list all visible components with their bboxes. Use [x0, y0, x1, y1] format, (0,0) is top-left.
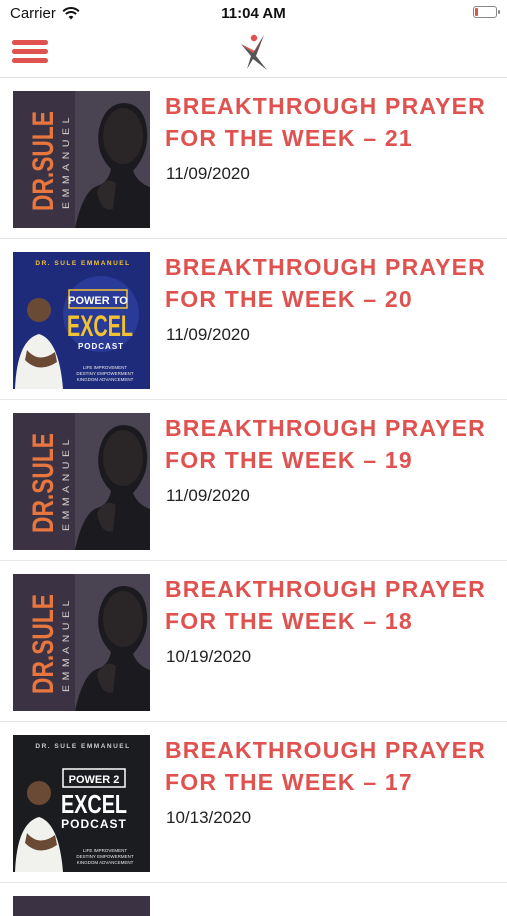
- episode-date: 10/19/2020: [166, 647, 252, 666]
- cover-tagline-1: LIFE IMPROVEMENT: [83, 848, 128, 853]
- cover-subtitle: EMMANUEL: [61, 435, 71, 531]
- power-to-excel-cover-art: DR. SULE EMMANUEL POWER 2 EXCEL PODCAST …: [13, 735, 150, 872]
- episode-date: 11/09/2020: [166, 164, 250, 183]
- episode-thumbnail[interactable]: DR.SULE EMMANUEL: [13, 413, 150, 550]
- episode-row[interactable]: DR. SULE EMMANUEL POWER TO EXCEL PODCAST…: [0, 239, 507, 400]
- cover-tagline-3: KINGDOM ADVANCEMENT: [77, 860, 134, 865]
- episode-thumbnail[interactable]: DR. SULE EMMANUEL POWER 2 EXCEL PODCAST …: [13, 735, 150, 872]
- episode-row[interactable]: DR.SULE EMMANUEL Breakthrough Prayer for…: [0, 561, 507, 722]
- cover-tagline-1: LIFE IMPROVEMENT: [83, 365, 128, 370]
- cover-podcast: PODCAST: [61, 817, 127, 831]
- episode-title[interactable]: Breakthrough Prayer for the Week – 18: [165, 573, 495, 637]
- episode-title[interactable]: Breakthrough Prayer for the Week – 21: [165, 90, 495, 154]
- episode-thumbnail[interactable]: DR. SULE EMMANUEL POWER TO EXCEL PODCAST…: [13, 252, 150, 389]
- clock: 11:04 AM: [221, 5, 286, 22]
- episode-title[interactable]: Breakthrough Prayer for the Week – 19: [165, 412, 495, 476]
- dr-sule-cover-art: DR.SULE EMMANUEL: [13, 413, 150, 550]
- app-logo-icon[interactable]: [238, 32, 270, 72]
- cover-excel: EXCEL: [67, 310, 133, 343]
- episode-date: 10/13/2020: [166, 808, 252, 827]
- cover-tagline-2: DESTINY EMPOWERMENT: [76, 371, 133, 376]
- cover-tagline-3: KINGDOM ADVANCEMENT: [77, 377, 134, 382]
- episode-thumbnail[interactable]: [13, 896, 150, 916]
- cover-title: DR.SULE: [27, 111, 60, 211]
- nav-bar: [0, 28, 507, 78]
- cover-author: DR. SULE EMMANUEL: [35, 260, 130, 267]
- cover-excel: EXCEL: [61, 789, 127, 819]
- episode-row-partial[interactable]: [0, 883, 507, 916]
- episode-title[interactable]: Breakthrough Prayer for the Week – 20: [165, 251, 495, 315]
- cover-title: DR.SULE: [27, 433, 60, 533]
- episode-row[interactable]: DR.SULE EMMANUEL Breakthrough Prayer for…: [0, 400, 507, 561]
- cover-tagline-2: DESTINY EMPOWERMENT: [76, 854, 133, 859]
- battery-icon: [473, 6, 500, 18]
- episode-row[interactable]: DR.SULE EMMANUEL Breakthrough Prayer for…: [0, 78, 507, 239]
- status-bar: Carrier 11:04 AM: [0, 0, 507, 28]
- hamburger-menu-icon[interactable]: [12, 38, 50, 66]
- dr-sule-cover-art: DR.SULE EMMANUEL: [13, 91, 150, 228]
- cover-podcast: PODCAST: [78, 342, 124, 351]
- episode-list: DR.SULE EMMANUEL Breakthrough Prayer for…: [0, 78, 507, 916]
- cover-power: POWER 2: [69, 774, 120, 786]
- episode-thumbnail[interactable]: DR.SULE EMMANUEL: [13, 91, 150, 228]
- cover-power: POWER TO: [68, 295, 128, 307]
- cover-title: DR.SULE: [27, 594, 60, 694]
- cover-subtitle: EMMANUEL: [61, 596, 71, 692]
- episode-thumbnail[interactable]: DR.SULE EMMANUEL: [13, 574, 150, 711]
- cover-author: DR. SULE EMMANUEL: [35, 743, 130, 750]
- episode-date: 11/09/2020: [166, 486, 250, 505]
- episode-row[interactable]: DR. SULE EMMANUEL POWER 2 EXCEL PODCAST …: [0, 722, 507, 883]
- battery-level: [475, 8, 478, 16]
- episode-date: 11/09/2020: [166, 325, 250, 344]
- cover-subtitle: EMMANUEL: [61, 113, 71, 209]
- episode-title[interactable]: Breakthrough Prayer for the Week – 17: [165, 734, 495, 798]
- dr-sule-cover-art: DR.SULE EMMANUEL: [13, 574, 150, 711]
- power-to-excel-cover-art: DR. SULE EMMANUEL POWER TO EXCEL PODCAST…: [13, 252, 150, 389]
